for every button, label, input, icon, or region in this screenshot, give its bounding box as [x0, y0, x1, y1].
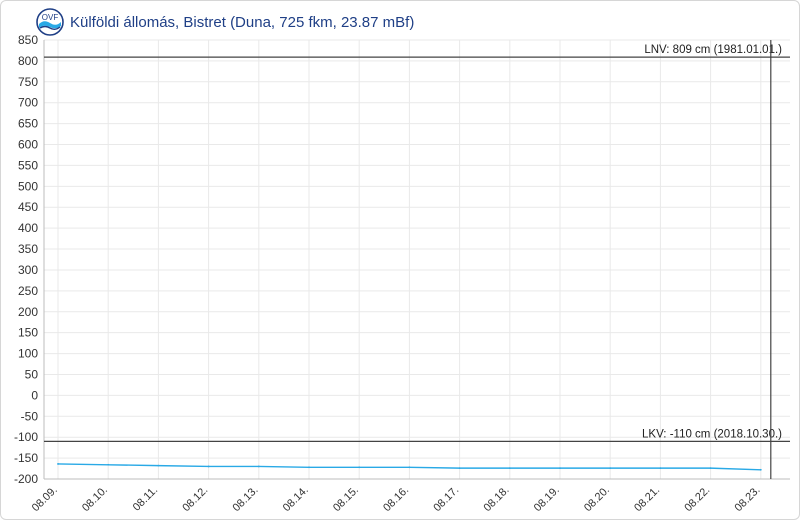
x-tick-label: 08.14. [281, 484, 311, 514]
y-tick-label: 550 [18, 158, 38, 172]
reference-label: LKV: -110 cm (2018.10.30.) [642, 428, 782, 440]
y-tick-label: 600 [18, 138, 38, 152]
x-tick-label: 08.16. [381, 484, 411, 514]
y-tick-label: 400 [18, 221, 38, 235]
y-tick-label: 650 [18, 117, 38, 131]
data-point [458, 467, 461, 470]
y-tick-label: -200 [14, 472, 38, 486]
x-tick-label: 08.17. [431, 484, 461, 514]
y-tick-label: 0 [31, 388, 38, 402]
x-tick-label: 08.13. [231, 484, 261, 514]
y-tick-label: -150 [14, 451, 38, 465]
y-tick-label: 350 [18, 242, 38, 256]
data-point [609, 467, 612, 470]
x-tick-label: 08.23. [733, 484, 763, 514]
y-tick-label: 150 [18, 326, 38, 340]
y-tick-label: 800 [18, 54, 38, 68]
y-tick-label: -100 [14, 430, 38, 444]
data-point [107, 463, 110, 466]
y-tick-label: 850 [18, 33, 38, 47]
y-tick-label: 450 [18, 200, 38, 214]
x-tick-label: 08.15. [331, 484, 361, 514]
data-point [257, 465, 260, 468]
y-tick-label: 100 [18, 347, 38, 361]
y-tick-label: 750 [18, 75, 38, 89]
y-tick-label: 500 [18, 179, 38, 193]
data-point [709, 467, 712, 470]
x-tick-label: 08.12. [180, 484, 210, 514]
data-point [207, 465, 210, 468]
chart-plot: -200 -150 -100 -50 0 50 100 150 200 250 300 350 400 4… [14, 33, 790, 514]
data-point [659, 467, 662, 470]
x-tick-label: 08.19. [532, 484, 562, 514]
y-tick-label: 50 [25, 367, 39, 381]
reference-label: LNV: 809 cm (1981.01.01.) [644, 44, 782, 56]
y-tick-label: 200 [18, 305, 38, 319]
x-tick-label: 08.21. [632, 484, 662, 514]
x-tick-label: 08.09. [30, 484, 60, 514]
data-point [559, 467, 561, 470]
x-tick-label: 08.11. [131, 484, 161, 514]
x-tick-label: 08.18. [482, 484, 512, 514]
data-point [759, 468, 762, 471]
data-point [358, 466, 361, 469]
data-point [408, 466, 411, 469]
data-point [308, 466, 310, 469]
y-tick-label: 700 [18, 96, 38, 110]
y-tick-label: 300 [18, 263, 38, 277]
x-tick-label: 08.22. [682, 484, 712, 514]
data-point [57, 463, 59, 465]
x-tick-label: 08.10. [80, 484, 110, 514]
y-tick-label: 250 [18, 284, 38, 298]
data-point [157, 464, 160, 467]
y-tick-label: -50 [21, 409, 39, 423]
data-point [508, 467, 511, 470]
x-tick-label: 08.20. [582, 484, 612, 514]
